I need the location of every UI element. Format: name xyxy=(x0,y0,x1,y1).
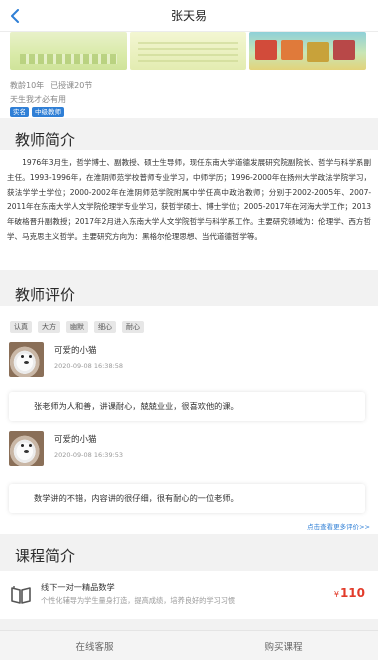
course-section-title: 课程简介 xyxy=(15,547,76,565)
teacher-tags: 实名 中级教师 xyxy=(10,107,64,117)
currency-symbol: ¥ xyxy=(333,590,339,599)
review-time: 2020-09-08 16:39:53 xyxy=(54,451,124,459)
teacher-profile: 教龄10年 已授课20节 天生我才必有用 实名 中级教师 xyxy=(0,32,378,118)
back-button[interactable] xyxy=(4,4,28,28)
course-price: ¥110 xyxy=(334,586,365,600)
review-chips: 认真 大方 幽默 细心 耐心 xyxy=(10,321,144,333)
reviewer-name: 可爱的小猫 xyxy=(54,346,97,356)
course-title: 线下一对一精品数学 xyxy=(41,582,115,592)
course-description: 个性化辅导为学生量身打造，提高成绩，培养良好的学习习惯 xyxy=(41,596,236,605)
reviewer-name: 可爱的小猫 xyxy=(54,435,97,445)
certificate-image[interactable] xyxy=(249,32,367,70)
avatar xyxy=(9,431,44,466)
avatar xyxy=(9,342,44,377)
intro-card: 1976年3月生，哲学博士、副教授、硕士生导师，现任东南大学道德发展研究院副院长… xyxy=(0,150,378,270)
review-chip[interactable]: 耐心 xyxy=(122,321,144,333)
teacher-stats: 教龄10年 已授课20节 xyxy=(10,80,92,91)
nav-header: 张天易 xyxy=(0,0,378,32)
review-chip[interactable]: 细心 xyxy=(94,321,116,333)
page-title: 张天易 xyxy=(170,9,207,23)
course-card[interactable]: 线下一对一精品数学 个性化辅导为学生量身打造，提高成绩，培养良好的学习习惯 ¥1… xyxy=(0,571,378,619)
intro-section-title: 教师简介 xyxy=(15,131,76,149)
reviews-card: 认真 大方 幽默 细心 耐心 可爱的小猫 2020-09-08 16:38:58… xyxy=(0,306,378,534)
review-chip[interactable]: 认真 xyxy=(10,321,32,333)
more-reviews-link[interactable]: 点击查看更多评价>> xyxy=(307,521,370,531)
reviews-section-title: 教师评价 xyxy=(15,286,76,304)
online-service-button[interactable]: 在线客服 xyxy=(0,631,189,660)
tag-level: 中级教师 xyxy=(32,107,64,117)
tag-verified: 实名 xyxy=(10,107,29,117)
review-comment: 张老师为人和善，讲课耐心，兢兢业业，很喜欢他的课。 xyxy=(9,392,365,421)
review-item: 可爱的小猫 2020-09-08 16:38:58 张老师为人和善，讲课耐心，兢… xyxy=(9,342,366,427)
teacher-motto: 天生我才必有用 xyxy=(10,95,66,104)
intro-text: 1976年3月生，哲学博士、副教授、硕士生导师，现任东南大学道德发展研究院副院长… xyxy=(7,158,371,241)
teacher-detail-page: 张天易 教龄10年 已授课20节 天生我才必有用 实名 中级教师 教师简介 19… xyxy=(0,0,378,660)
book-icon xyxy=(11,586,31,604)
bottom-action-bar: 在线客服 购买课程 xyxy=(0,630,378,660)
chevron-left-icon xyxy=(11,9,19,23)
review-chip[interactable]: 幽默 xyxy=(66,321,88,333)
lessons-taught: 已授课20节 xyxy=(50,81,93,90)
price-value: 110 xyxy=(339,586,365,600)
teaching-years: 教龄10年 xyxy=(10,81,45,90)
buy-course-button[interactable]: 购买课程 xyxy=(189,631,378,660)
review-chip[interactable]: 大方 xyxy=(38,321,60,333)
certificate-gallery[interactable] xyxy=(10,32,367,70)
review-time: 2020-09-08 16:38:58 xyxy=(54,362,124,370)
review-comment: 数学讲的不错，内容讲的很仔细，很有耐心的一位老师。 xyxy=(9,484,365,513)
certificate-image[interactable] xyxy=(129,32,247,70)
certificate-image[interactable] xyxy=(10,32,127,70)
review-item: 可爱的小猫 2020-09-08 16:39:53 数学讲的不错，内容讲的很仔细… xyxy=(9,431,366,516)
